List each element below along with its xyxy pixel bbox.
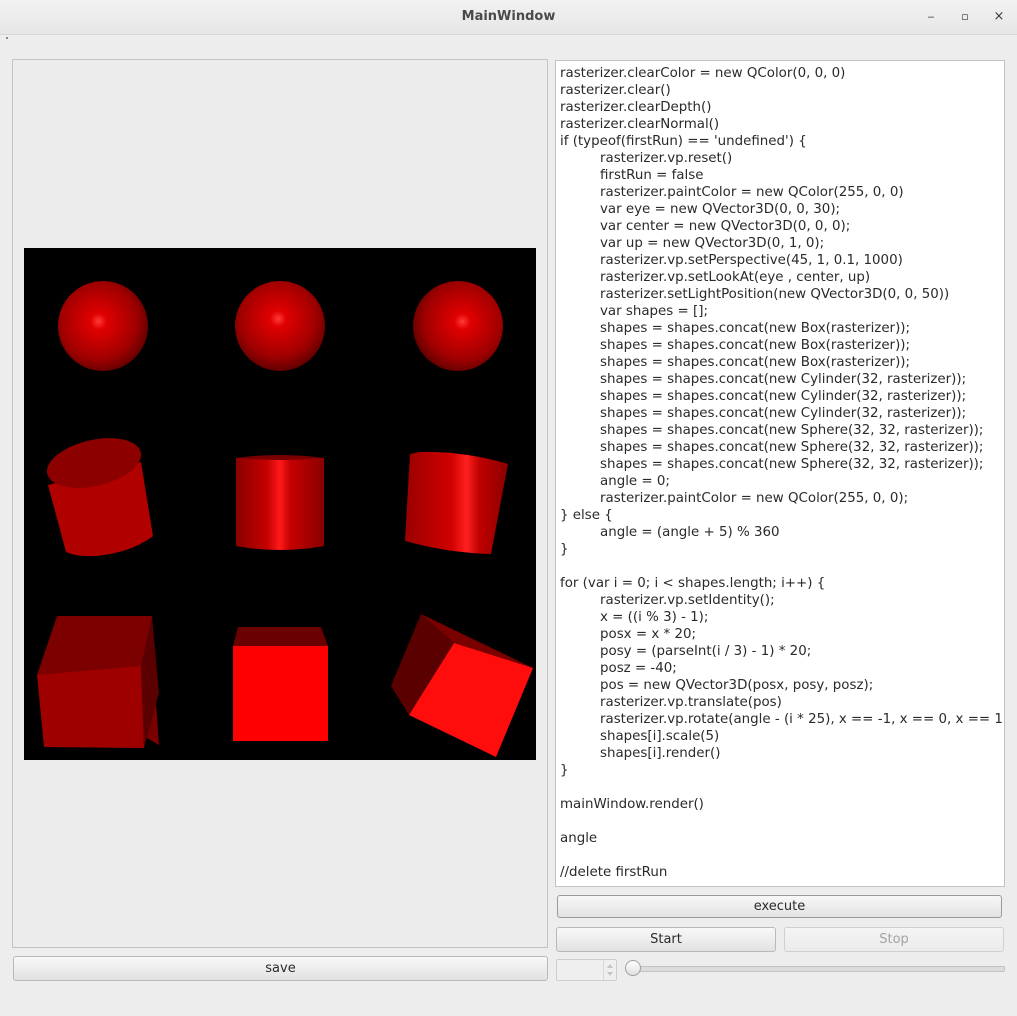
code-line[interactable]: rasterizer.clear()	[560, 82, 1004, 99]
code-line[interactable]: rasterizer.vp.setPerspective(45, 1, 0.1,…	[560, 252, 1004, 269]
code-line[interactable]: rasterizer.paintColor = new QColor(255, …	[560, 184, 1004, 201]
code-line[interactable]: if (typeof(firstRun) == 'undefined') {	[560, 133, 1004, 150]
code-line[interactable]: var center = new QVector3D(0, 0, 0);	[560, 218, 1004, 235]
interval-spinbox[interactable]	[556, 959, 617, 981]
code-line[interactable]: posx = x * 20;	[560, 626, 1004, 643]
code-line[interactable]	[560, 558, 1004, 575]
code-line[interactable]: x = ((i % 3) - 1);	[560, 609, 1004, 626]
code-line[interactable]: for (var i = 0; i < shapes.length; i++) …	[560, 575, 1004, 592]
code-line[interactable]: shapes[i].render()	[560, 745, 1004, 762]
code-line[interactable]: rasterizer.vp.setIdentity();	[560, 592, 1004, 609]
code-line[interactable]: posz = -40;	[560, 660, 1004, 677]
box-shape-2	[233, 627, 328, 741]
execute-button[interactable]: execute	[557, 895, 1002, 918]
code-line[interactable]: shapes = shapes.concat(new Box(rasterize…	[560, 337, 1004, 354]
code-line[interactable]: shapes = shapes.concat(new Cylinder(32, …	[560, 371, 1004, 388]
code-line[interactable]: posy = (parseInt(i / 3) - 1) * 20;	[560, 643, 1004, 660]
code-line[interactable]: rasterizer.vp.setLookAt(eye , center, up…	[560, 269, 1004, 286]
box-shape-1	[37, 616, 159, 748]
code-line[interactable]: shapes = shapes.concat(new Box(rasterize…	[560, 354, 1004, 371]
code-line[interactable]: shapes = shapes.concat(new Cylinder(32, …	[560, 388, 1004, 405]
code-line[interactable]: rasterizer.paintColor = new QColor(255, …	[560, 490, 1004, 507]
code-line[interactable]	[560, 779, 1004, 796]
code-line[interactable]: shapes = shapes.concat(new Cylinder(32, …	[560, 405, 1004, 422]
code-line[interactable]: }	[560, 762, 1004, 779]
code-line[interactable]: firstRun = false	[560, 167, 1004, 184]
script-editor[interactable]: rasterizer.clearColor = new QColor(0, 0,…	[555, 60, 1005, 887]
minimize-icon[interactable]: ‒	[923, 9, 939, 25]
code-line[interactable]: rasterizer.vp.reset()	[560, 150, 1004, 167]
code-line[interactable]: shapes[i].scale(5)	[560, 728, 1004, 745]
code-line[interactable]: } else {	[560, 507, 1004, 524]
code-line[interactable]: var up = new QVector3D(0, 1, 0);	[560, 235, 1004, 252]
code-line[interactable]	[560, 813, 1004, 830]
slider-track[interactable]	[628, 966, 1005, 972]
code-line[interactable]: rasterizer.clearDepth()	[560, 99, 1004, 116]
code-line[interactable]: shapes = shapes.concat(new Sphere(32, 32…	[560, 422, 1004, 439]
code-line[interactable]: var shapes = [];	[560, 303, 1004, 320]
close-icon[interactable]: ×	[991, 9, 1007, 25]
code-line[interactable]: }	[560, 541, 1004, 558]
code-line[interactable]: rasterizer.vp.rotate(angle - (i * 25), x…	[560, 711, 1004, 728]
spin-up-icon[interactable]	[607, 964, 613, 968]
sphere-shape-2	[235, 281, 325, 371]
spinbox-arrows[interactable]	[603, 960, 616, 980]
code-line[interactable]: angle = 0;	[560, 473, 1004, 490]
code-line[interactable]: pos = new QVector3D(posx, posy, posz);	[560, 677, 1004, 694]
code-line[interactable]: rasterizer.vp.translate(pos)	[560, 694, 1004, 711]
code-line[interactable]: shapes = shapes.concat(new Sphere(32, 32…	[560, 456, 1004, 473]
code-line[interactable]: shapes = shapes.concat(new Sphere(32, 32…	[560, 439, 1004, 456]
window-title: MainWindow	[461, 9, 556, 24]
code-line[interactable]: angle	[560, 830, 1004, 847]
render-canvas[interactable]	[24, 248, 536, 760]
maximize-icon[interactable]: ▫	[957, 9, 973, 25]
sphere-shape-1	[58, 281, 148, 371]
code-line[interactable]: angle = (angle + 5) % 360	[560, 524, 1004, 541]
code-line[interactable]: mainWindow.render()	[560, 796, 1004, 813]
spin-down-icon[interactable]	[607, 972, 613, 976]
start-button[interactable]: Start	[556, 927, 776, 952]
cylinder-shape-3	[405, 451, 508, 554]
menu-bar-grip	[6, 37, 8, 39]
code-line[interactable]: rasterizer.clearColor = new QColor(0, 0,…	[560, 65, 1004, 82]
code-line[interactable]	[560, 847, 1004, 864]
code-line[interactable]: rasterizer.clearNormal()	[560, 116, 1004, 133]
slider-handle[interactable]	[625, 960, 641, 976]
code-line[interactable]: //delete firstRun	[560, 864, 1004, 881]
cylinder-shape-2	[236, 455, 324, 550]
code-line[interactable]: var eye = new QVector3D(0, 0, 30);	[560, 201, 1004, 218]
code-line[interactable]: rasterizer.setLightPosition(new QVector3…	[560, 286, 1004, 303]
code-line[interactable]: shapes = shapes.concat(new Box(rasterize…	[560, 320, 1004, 337]
save-button[interactable]: save	[13, 956, 548, 981]
sphere-shape-3	[413, 281, 503, 371]
stop-button[interactable]: Stop	[784, 927, 1004, 952]
title-bar: MainWindow ‒ ▫ ×	[0, 0, 1017, 35]
